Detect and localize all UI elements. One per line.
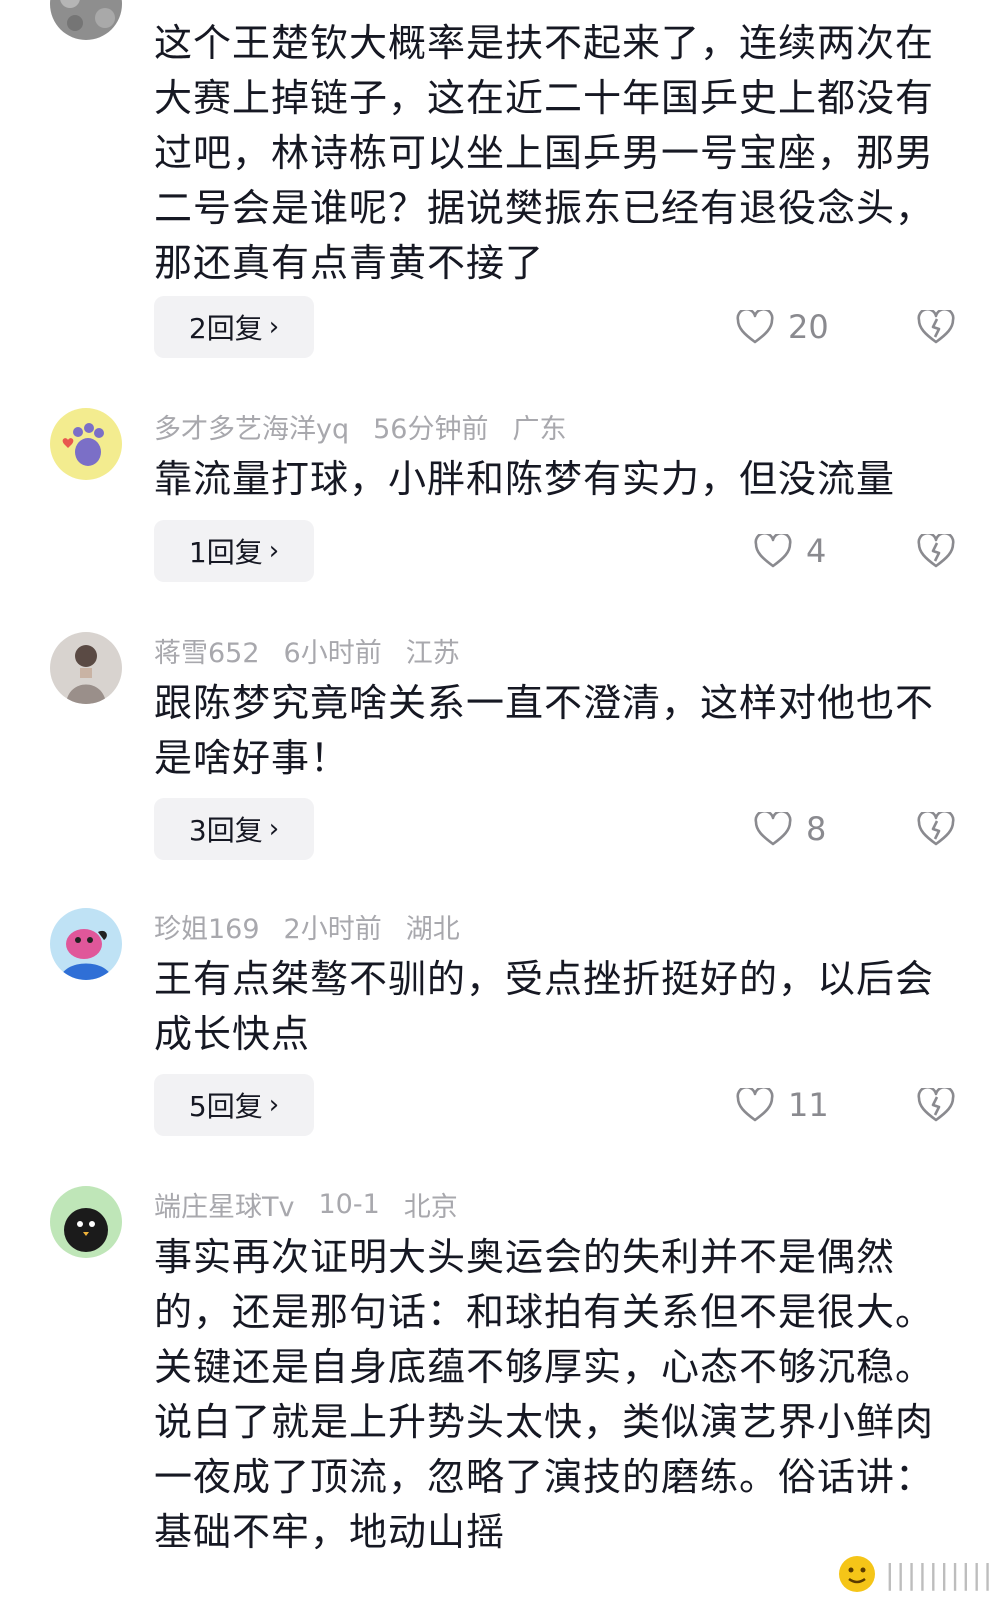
- location: 广东: [512, 413, 567, 445]
- location: 湖北: [405, 913, 460, 945]
- emoji-watermark-icon: [839, 1556, 876, 1592]
- chevron-right-icon: ›: [268, 536, 280, 566]
- heart-outline-icon: [736, 1088, 774, 1122]
- heart-outline-icon: [736, 310, 774, 344]
- comment-text: 这个王楚钦大概率是扶不起来了，连续两次在大赛上掉链子，这在近二十年国乒史上都没有…: [154, 21, 935, 285]
- like-count: 4: [806, 532, 827, 570]
- like-button[interactable]: 4: [754, 520, 826, 582]
- comment-text: 跟陈梦究竟啥关系一直不澄清，这样对他也不是啥好事！: [154, 681, 935, 780]
- avatar[interactable]: [50, 632, 122, 704]
- reply-count-label: 3回复: [188, 814, 263, 847]
- heart-outline-icon: [754, 534, 792, 568]
- like-button[interactable]: 8: [754, 798, 826, 860]
- like-button[interactable]: 11: [736, 1074, 829, 1136]
- comment-meta: 端庄星球Tv 10-1 北京: [154, 1184, 458, 1224]
- timestamp: 56分钟前: [373, 413, 489, 445]
- dislike-button[interactable]: [917, 296, 959, 358]
- username[interactable]: 端庄星球Tv: [154, 1185, 294, 1224]
- avatar[interactable]: [50, 1186, 122, 1258]
- chevron-right-icon: ›: [268, 814, 280, 844]
- like-button[interactable]: 20: [736, 296, 829, 358]
- reply-count-button[interactable]: 3回复 ›: [154, 798, 314, 860]
- avatar[interactable]: [50, 908, 122, 980]
- comment-meta: 珍姐169 2小时前 湖北: [154, 906, 460, 946]
- dislike-button[interactable]: [917, 798, 959, 860]
- comment-meta: 蒋雪652 6小时前 江苏: [154, 630, 460, 670]
- username[interactable]: 多才多艺海洋yq: [154, 407, 349, 446]
- watermark-bars: ||||||||||: [881, 1557, 996, 1591]
- location: 江苏: [405, 637, 460, 669]
- broken-heart-icon: [917, 812, 955, 846]
- dislike-button[interactable]: [917, 1074, 959, 1136]
- timestamp: 10-1: [318, 1188, 380, 1220]
- location: 北京: [403, 1191, 458, 1223]
- username[interactable]: 珍姐169: [154, 907, 260, 946]
- chevron-right-icon: ›: [268, 312, 280, 342]
- comment-meta: 多才多艺海洋yq 56分钟前 广东: [154, 406, 566, 446]
- like-count: 8: [806, 810, 827, 848]
- broken-heart-icon: [917, 1088, 955, 1122]
- broken-heart-icon: [917, 310, 955, 344]
- timestamp: 2小时前: [283, 913, 382, 945]
- comment-text: 王有点桀骜不驯的，受点挫折挺好的，以后会成长快点: [154, 957, 935, 1056]
- avatar[interactable]: [50, 0, 122, 40]
- username[interactable]: 蒋雪652: [154, 631, 260, 670]
- reply-count-label: 5回复: [188, 1090, 263, 1123]
- reply-count-button[interactable]: 5回复 ›: [154, 1074, 314, 1136]
- reply-count-label: 1回复: [188, 536, 263, 569]
- watermark: ||||||||||: [837, 1554, 996, 1594]
- timestamp: 6小时前: [283, 637, 382, 669]
- reply-count-button[interactable]: 1回复 ›: [154, 520, 314, 582]
- like-count: 11: [788, 1086, 829, 1124]
- reply-count-label: 2回复: [188, 312, 263, 345]
- broken-heart-icon: [917, 534, 955, 568]
- avatar[interactable]: [50, 408, 122, 480]
- reply-count-button[interactable]: 2回复 ›: [154, 296, 314, 358]
- comment-text: 靠流量打球，小胖和陈梦有实力，但没流量: [154, 457, 896, 501]
- dislike-button[interactable]: [917, 520, 959, 582]
- comment-text: 事实再次证明大头奥运会的失利并不是偶然的，还是那句话：和球拍有关系但不是很大。关…: [154, 1235, 935, 1554]
- heart-outline-icon: [754, 812, 792, 846]
- like-count: 20: [788, 308, 829, 346]
- chevron-right-icon: ›: [268, 1090, 280, 1120]
